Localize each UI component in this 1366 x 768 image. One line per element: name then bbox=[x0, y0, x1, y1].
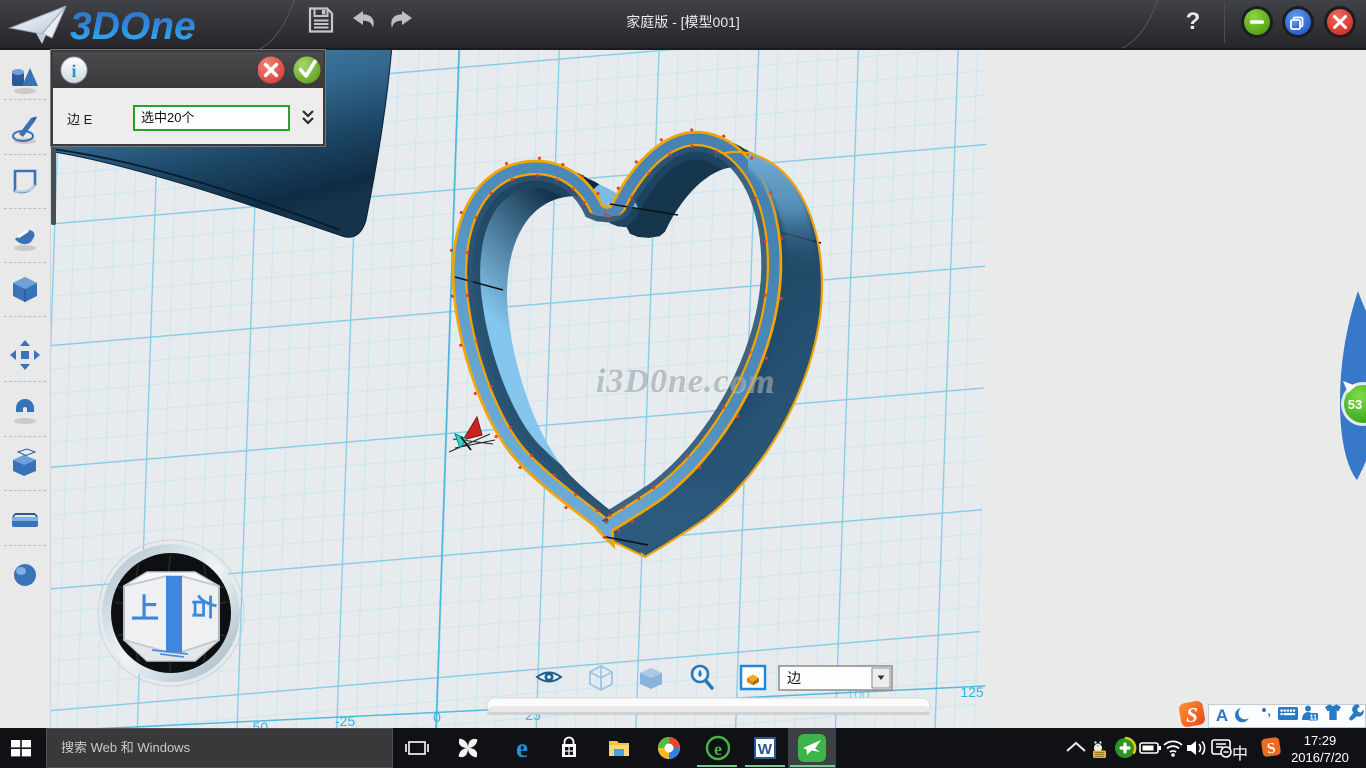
svg-text:右: 右 bbox=[189, 594, 218, 619]
svg-text:i: i bbox=[71, 61, 76, 81]
svg-text:0: 0 bbox=[433, 709, 441, 725]
svg-text:11: 11 bbox=[1310, 715, 1318, 722]
svg-text:i3D0ne.com: i3D0ne.com bbox=[596, 363, 775, 400]
svg-text:53: 53 bbox=[1348, 397, 1362, 412]
svg-text:3DOne: 3DOne bbox=[70, 5, 196, 48]
svg-text:上: 上 bbox=[131, 593, 159, 624]
svg-text:-25: -25 bbox=[335, 713, 355, 729]
svg-text:125: 125 bbox=[960, 684, 984, 700]
svg-text:A: A bbox=[1216, 706, 1228, 725]
svg-text:边: 边 bbox=[787, 670, 801, 686]
svg-text:S: S bbox=[1186, 703, 1198, 727]
